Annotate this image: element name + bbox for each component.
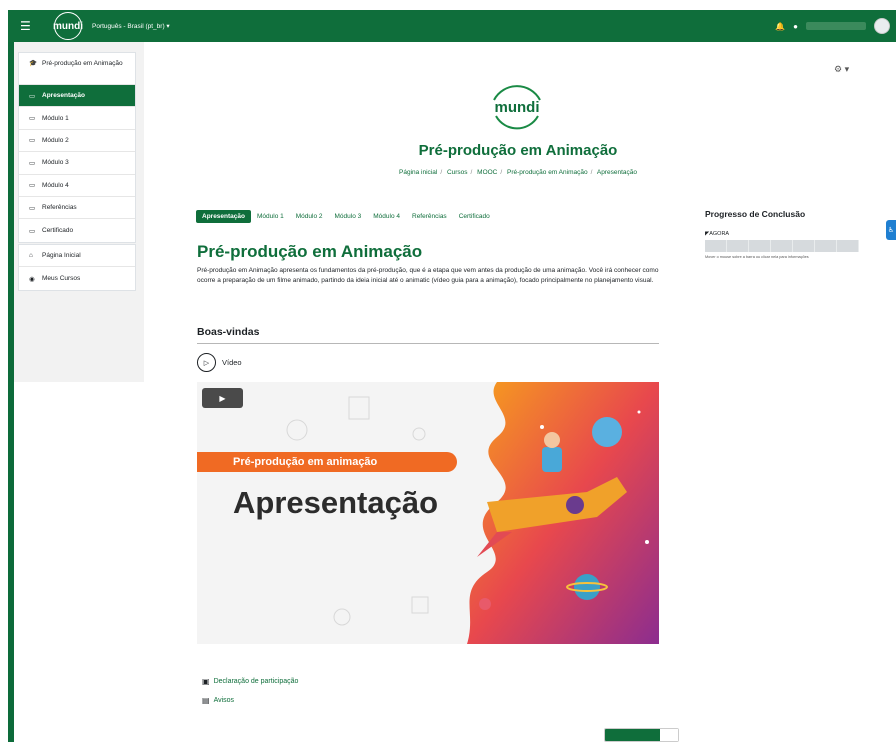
avatar[interactable] bbox=[874, 18, 890, 34]
tab-modulo-2[interactable]: Módulo 2 bbox=[290, 210, 329, 223]
dashboard-icon: ◉ bbox=[29, 275, 35, 283]
drawer-item-label: Meus Cursos bbox=[42, 275, 81, 283]
banner-subtitle: Pré-produção em animação bbox=[197, 452, 457, 472]
drawer-item-certificado[interactable]: ▭ Certificado bbox=[19, 219, 135, 241]
video-banner[interactable]: ▶ Pré-produção em animação Apresentação bbox=[197, 382, 659, 644]
breadcrumb-item[interactable]: MOOC bbox=[477, 169, 497, 176]
drawer-item-label: Referências bbox=[42, 204, 77, 212]
progress-bar[interactable] bbox=[705, 240, 859, 252]
graduation-cap-icon: 🎓 bbox=[29, 60, 38, 67]
site-logo[interactable]: mundi bbox=[53, 12, 83, 40]
section-summary: Pré-produção em Animação apresenta os fu… bbox=[197, 267, 659, 284]
breadcrumb-item[interactable]: Apresentação bbox=[597, 169, 637, 176]
course-nav: 🎓 Pré-produção em Animação ▭ Apresentaçã… bbox=[18, 52, 136, 243]
link-label[interactable]: Declaração de participação bbox=[214, 678, 299, 685]
drawer-item-meus-cursos[interactable]: ◉ Meus Cursos bbox=[19, 267, 135, 289]
welcome-heading: Boas-vindas bbox=[197, 326, 260, 338]
play-icon: ▷ bbox=[197, 353, 216, 372]
tab-modulo-4[interactable]: Módulo 4 bbox=[367, 210, 406, 223]
tab-apresentacao[interactable]: Apresentação bbox=[196, 210, 251, 223]
user-name[interactable] bbox=[806, 22, 866, 30]
drawer-item-label: Módulo 1 bbox=[42, 114, 69, 122]
divider bbox=[197, 343, 659, 344]
module-tabs: Apresentação Módulo 1 Módulo 2 Módulo 3 … bbox=[196, 210, 496, 223]
course-logo-text: mundi bbox=[495, 99, 540, 116]
nav-drawer: 🎓 Pré-produção em Animação ▭ Apresentaçã… bbox=[14, 42, 144, 382]
folder-icon: ▭ bbox=[29, 115, 36, 123]
course-links: ▣ Declaração de participação ▤ Avisos bbox=[202, 677, 298, 715]
language-selector[interactable]: Português - Brasil (pt_br) ▾ bbox=[92, 22, 170, 30]
video-activity[interactable]: ▷ Vídeo bbox=[197, 353, 242, 372]
progress-title: Progresso de Conclusão bbox=[705, 209, 806, 219]
folder-icon: ▭ bbox=[29, 182, 36, 190]
drawer-item-modulo-2[interactable]: ▭ Módulo 2 bbox=[19, 130, 135, 153]
drawer-item-modulo-3[interactable]: ▭ Módulo 3 bbox=[19, 152, 135, 175]
video-play-button[interactable]: ▶ bbox=[202, 388, 243, 408]
bottom-toggle[interactable] bbox=[604, 728, 679, 742]
drawer-item-modulo-4[interactable]: ▭ Módulo 4 bbox=[19, 175, 135, 197]
page-margin bbox=[0, 0, 8, 742]
breadcrumb: Página inicial / Cursos / MOOC / Pré-produç… bbox=[399, 169, 637, 176]
progress-now-marker: ◤AGORA bbox=[705, 231, 730, 237]
accessibility-icon[interactable]: ♿ bbox=[886, 220, 896, 240]
breadcrumb-item[interactable]: Pré-produção em Animação bbox=[507, 169, 588, 176]
folder-icon: ▭ bbox=[29, 92, 36, 100]
course-logo: mundi bbox=[493, 85, 541, 130]
page-title: Pré-produção em Animação bbox=[418, 142, 618, 159]
gear-icon[interactable]: ⚙ ▾ bbox=[834, 64, 849, 75]
banner-title: Apresentação bbox=[233, 485, 439, 520]
link-label[interactable]: Avisos bbox=[214, 697, 235, 704]
drawer-item-label: Página Inicial bbox=[42, 252, 81, 260]
tab-modulo-1[interactable]: Módulo 1 bbox=[251, 210, 290, 223]
folder-icon: ▭ bbox=[29, 204, 36, 212]
breadcrumb-item[interactable]: Cursos bbox=[447, 169, 468, 176]
certificate-icon: ▣ bbox=[202, 677, 210, 686]
tab-modulo-3[interactable]: Módulo 3 bbox=[329, 210, 368, 223]
folder-icon: ▭ bbox=[29, 159, 36, 167]
link-declaracao[interactable]: ▣ Declaração de participação bbox=[202, 677, 298, 686]
drawer-item-referencias[interactable]: ▭ Referências bbox=[19, 197, 135, 220]
site-logo-text: mundi bbox=[53, 20, 83, 32]
video-label[interactable]: Vídeo bbox=[222, 358, 242, 367]
bell-icon[interactable]: 🔔 bbox=[775, 22, 785, 31]
link-avisos[interactable]: ▤ Avisos bbox=[202, 696, 298, 705]
user-area: 🔔 ● bbox=[775, 18, 890, 34]
folder-icon: ▭ bbox=[29, 137, 36, 145]
drawer-item-apresentacao[interactable]: ▭ Apresentação bbox=[19, 85, 135, 108]
drawer-item-label: Módulo 3 bbox=[42, 159, 69, 167]
top-navbar: ☰ mundi Português - Brasil (pt_br) ▾ 🔔 ● bbox=[8, 10, 896, 42]
drawer-item-label: Módulo 4 bbox=[42, 181, 69, 189]
drawer-item-label: Apresentação bbox=[42, 92, 85, 100]
drawer-item-pagina-inicial[interactable]: ⌂ Página Inicial bbox=[19, 245, 135, 268]
hamburger-icon[interactable]: ☰ bbox=[20, 19, 38, 33]
tab-referencias[interactable]: Referências bbox=[406, 210, 453, 223]
site-nav: ⌂ Página Inicial ◉ Meus Cursos bbox=[18, 244, 136, 291]
breadcrumb-item[interactable]: Página inicial bbox=[399, 169, 437, 176]
section-title: Pré-produção em Animação bbox=[197, 242, 423, 261]
forum-icon: ▤ bbox=[202, 696, 210, 705]
progress-hint: Mover o mouse sobre a barra ou clicar ne… bbox=[705, 255, 809, 259]
drawer-item-label: Pré-produção em Animação bbox=[42, 60, 123, 67]
drawer-item-modulo-1[interactable]: ▭ Módulo 1 bbox=[19, 107, 135, 130]
drawer-item-label: Módulo 2 bbox=[42, 136, 69, 144]
drawer-item-label: Certificado bbox=[42, 227, 74, 235]
chat-icon[interactable]: ● bbox=[793, 22, 798, 31]
drawer-item-course[interactable]: 🎓 Pré-produção em Animação bbox=[19, 53, 135, 85]
folder-icon: ▭ bbox=[29, 227, 36, 235]
tab-certificado[interactable]: Certificado bbox=[453, 210, 496, 223]
progress-now-label: AGORA bbox=[709, 231, 730, 237]
home-icon: ⌂ bbox=[29, 252, 33, 260]
